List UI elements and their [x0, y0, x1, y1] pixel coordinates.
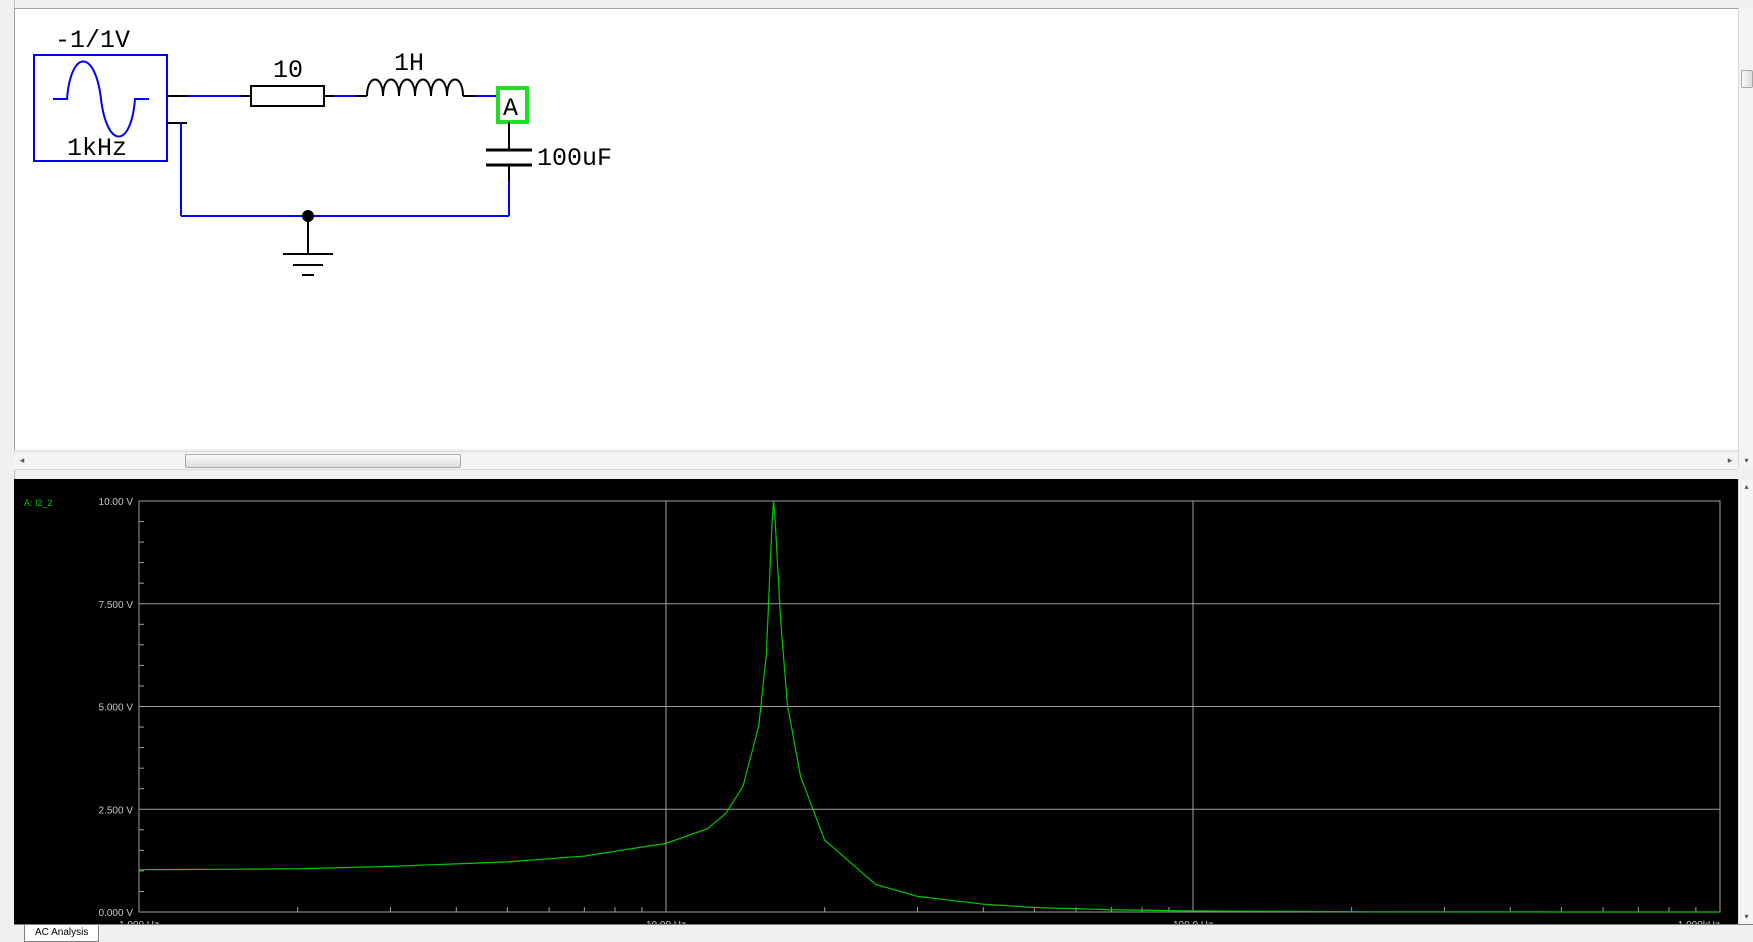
scroll-right-arrow-icon[interactable]: ▸	[1722, 452, 1738, 469]
resistor[interactable]	[250, 85, 325, 107]
inductor[interactable]	[366, 78, 464, 97]
scroll-down-arrow-icon[interactable]: ▾	[1739, 453, 1753, 468]
schematic-canvas: -1/1V 1kHz 10 1H A 100uF	[33, 26, 612, 276]
schematic-vertical-scrollbar[interactable]: ▾	[1738, 8, 1753, 468]
horizontal-scroll-thumb[interactable]	[185, 454, 461, 468]
capacitor-value-label: 100uF	[537, 144, 612, 173]
scroll-up-arrow-icon[interactable]: ▴	[1739, 479, 1753, 494]
ac-analysis-chart: A: I2_2 1.000 Hz10.00 Hz100.0 Hz1.000kHz…	[24, 497, 1721, 924]
vertical-scroll-thumb[interactable]	[1741, 70, 1753, 88]
y-tick-label: 0.000 V	[99, 908, 134, 919]
y-tick-label: 5.000 V	[99, 703, 134, 714]
scroll-down-arrow-icon[interactable]: ▾	[1739, 909, 1753, 924]
grapher-vertical-scrollbar[interactable]: ▴ ▾	[1738, 479, 1753, 924]
y-tick-label: 10.00 V	[99, 497, 134, 508]
y-tick-label: 7.500 V	[99, 600, 134, 611]
sine-wave-icon	[53, 60, 149, 138]
trace-legend-label: A: I2_2	[24, 498, 53, 508]
tab-ac-analysis[interactable]: AC Analysis	[24, 925, 100, 942]
ground-icon[interactable]	[283, 253, 333, 276]
grapher-view[interactable]: A: I2_2 1.000 Hz10.00 Hz100.0 Hz1.000kHz…	[14, 479, 1738, 924]
schematic-horizontal-scrollbar[interactable]: ◂ ▸	[14, 451, 1738, 470]
source-amplitude-label: -1/1V	[55, 26, 130, 55]
probe-label: A	[503, 94, 518, 123]
analysis-tab-strip: AC Analysis	[14, 924, 1753, 942]
inductor-value-label: 1H	[394, 49, 424, 78]
scroll-left-arrow-icon[interactable]: ◂	[14, 452, 30, 469]
resistor-value-label: 10	[273, 56, 303, 85]
window-left-edge	[0, 0, 15, 941]
source-frequency-label: 1kHz	[67, 134, 127, 163]
y-tick-label: 2.500 V	[99, 805, 134, 816]
schematic-workspace[interactable]: -1/1V 1kHz 10 1H A 100uF	[14, 8, 1739, 449]
